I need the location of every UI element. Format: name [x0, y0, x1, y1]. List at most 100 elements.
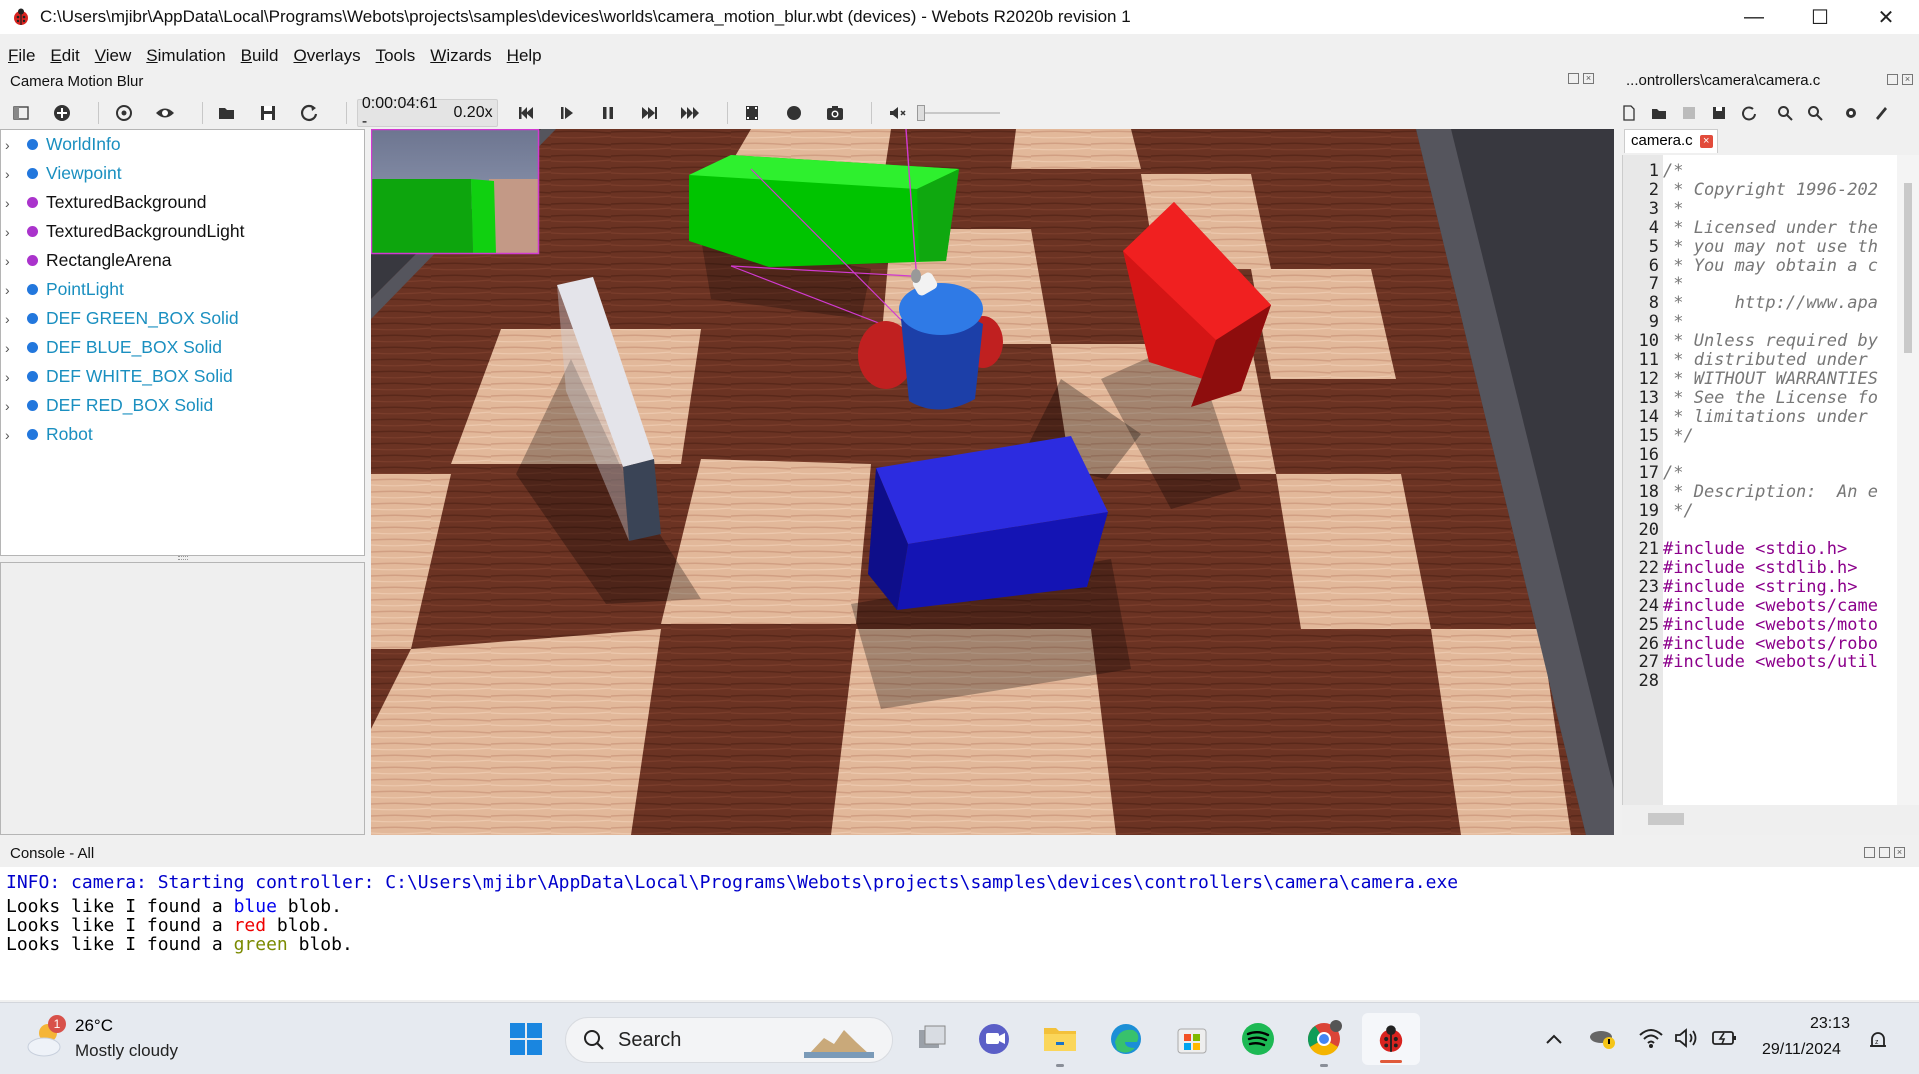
reload-world-button[interactable] — [295, 98, 324, 128]
scene-tree-node[interactable]: › DEF BLUE_BOX Solid — [1, 333, 364, 362]
simulation-scene[interactable] — [371, 129, 1614, 835]
task-view-button[interactable] — [912, 1019, 952, 1059]
rotate-view-button[interactable] — [109, 98, 138, 128]
screenshot-button[interactable] — [820, 98, 849, 128]
menu-view[interactable]: View — [95, 46, 132, 66]
minimize-button[interactable]: — — [1721, 0, 1787, 34]
notifications-button[interactable]: z — [1866, 1029, 1890, 1058]
menu-overlays[interactable]: Overlays — [293, 46, 360, 66]
chevron-right-icon[interactable]: › — [5, 195, 17, 211]
chevron-right-icon[interactable]: › — [5, 369, 17, 385]
close-dock-icon[interactable]: × — [1902, 74, 1913, 85]
float-dock-icon[interactable] — [1864, 847, 1875, 858]
record-movie-button[interactable] — [738, 98, 767, 128]
scene-tree-node[interactable]: › DEF RED_BOX Solid — [1, 391, 364, 420]
chevron-right-icon[interactable]: › — [5, 224, 17, 240]
scene-tree-node[interactable]: › PointLight — [1, 275, 364, 304]
microsoft-store-button[interactable] — [1172, 1019, 1212, 1059]
code-editor[interactable]: 1 2 3 4 5 6 7 8 9 10 11 12 13 14 15 16 17 18 19 20 21 22 23 24 2… — [1622, 155, 1919, 805]
close-dock-icon[interactable]: × — [1894, 847, 1905, 858]
scene-tree-node[interactable]: › TexturedBackground — [1, 188, 364, 217]
close-tab-icon[interactable]: × — [1699, 135, 1713, 148]
taskbar-time[interactable]: 23:13 — [1810, 1015, 1850, 1033]
editor-vertical-scrollbar[interactable] — [1897, 155, 1919, 805]
view-options-button[interactable] — [150, 98, 179, 128]
chat-app-button[interactable] — [974, 1019, 1014, 1059]
find-button[interactable] — [1774, 102, 1796, 124]
battery-button[interactable] — [1710, 1027, 1738, 1054]
step-button[interactable] — [552, 98, 581, 128]
menu-simulation[interactable]: Simulation — [146, 46, 225, 66]
console-output[interactable]: INFO: camera: Starting controller: C:\Us… — [0, 867, 1919, 1000]
volume-button[interactable] — [1674, 1027, 1700, 1054]
toggle-scene-tree-button[interactable] — [6, 98, 35, 128]
scene-tree-node[interactable]: › Viewpoint — [1, 159, 364, 188]
open-file-button[interactable] — [1648, 102, 1670, 124]
camera-overlay[interactable] — [371, 129, 540, 255]
menu-file[interactable]: File — [8, 46, 35, 66]
volume-slider[interactable] — [917, 103, 1000, 123]
clean-button[interactable] — [1870, 102, 1892, 124]
onedrive-button[interactable] — [1588, 1025, 1618, 1056]
maximize-dock-icon[interactable] — [1879, 847, 1890, 858]
show-hidden-icons-button[interactable] — [1545, 1029, 1563, 1050]
menu-wizards[interactable]: Wizards — [430, 46, 491, 66]
spotify-button[interactable] — [1238, 1019, 1278, 1059]
save-file-button[interactable] — [1678, 102, 1700, 124]
fast-button[interactable] — [676, 98, 705, 128]
menu-help[interactable]: Help — [507, 46, 542, 66]
chevron-right-icon[interactable]: › — [5, 340, 17, 356]
splitter-handle[interactable] — [178, 556, 188, 560]
3d-view[interactable] — [371, 129, 1614, 835]
scene-tree-node[interactable]: › WorldInfo — [1, 130, 364, 159]
menu-edit[interactable]: Edit — [50, 46, 79, 66]
build-button[interactable] — [1840, 102, 1862, 124]
volume-slider-handle[interactable] — [917, 105, 926, 121]
chevron-right-icon[interactable]: › — [5, 398, 17, 414]
chevron-right-icon[interactable]: › — [5, 137, 17, 153]
editor-horizontal-scrollbar[interactable] — [1622, 805, 1919, 835]
scene-tree-node[interactable]: › DEF WHITE_BOX Solid — [1, 362, 364, 391]
save-world-button[interactable] — [254, 98, 283, 128]
start-button[interactable] — [506, 1019, 546, 1059]
record-animation-button[interactable] — [779, 98, 808, 128]
open-world-button[interactable] — [213, 98, 242, 128]
scrollbar-thumb[interactable] — [1904, 183, 1912, 353]
chevron-right-icon[interactable]: › — [5, 311, 17, 327]
chrome-button[interactable] — [1304, 1019, 1344, 1067]
scene-tree-node[interactable]: › DEF GREEN_BOX Solid — [1, 304, 364, 333]
float-dock-icon[interactable] — [1887, 74, 1898, 85]
mute-button[interactable] — [882, 98, 911, 128]
webots-taskbar-button[interactable] — [1362, 1013, 1420, 1065]
find-next-button[interactable] — [1804, 102, 1826, 124]
run-button[interactable] — [635, 98, 664, 128]
tab-camera-c[interactable]: camera.c × — [1624, 129, 1718, 153]
reset-simulation-button[interactable] — [511, 98, 540, 128]
menu-build[interactable]: Build — [241, 46, 279, 66]
edge-browser-button[interactable] — [1106, 1019, 1146, 1059]
add-node-button[interactable] — [47, 98, 76, 128]
float-dock-icon[interactable] — [1568, 73, 1579, 84]
chevron-right-icon[interactable]: › — [5, 282, 17, 298]
close-button[interactable]: ✕ — [1853, 0, 1919, 34]
scene-tree-node-label: DEF BLUE_BOX Solid — [46, 337, 223, 357]
chevron-right-icon[interactable]: › — [5, 253, 17, 269]
pause-button[interactable] — [593, 98, 622, 128]
scrollbar-thumb[interactable] — [1648, 813, 1684, 825]
close-dock-icon[interactable]: × — [1583, 73, 1594, 84]
scene-tree-node[interactable]: › RectangleArena — [1, 246, 364, 275]
file-explorer-button[interactable] — [1040, 1019, 1080, 1067]
chevron-right-icon[interactable]: › — [5, 166, 17, 182]
save-all-button[interactable] — [1708, 102, 1730, 124]
chevron-right-icon[interactable]: › — [5, 427, 17, 443]
maximize-button[interactable]: ☐ — [1787, 0, 1853, 34]
scene-tree-node[interactable]: › TexturedBackgroundLight — [1, 217, 364, 246]
menu-tools[interactable]: Tools — [376, 46, 416, 66]
revert-button[interactable] — [1738, 102, 1760, 124]
wifi-button[interactable] — [1638, 1027, 1664, 1054]
taskbar-date[interactable]: 29/11/2024 — [1762, 1041, 1841, 1059]
taskbar-search[interactable]: Search — [565, 1017, 893, 1063]
scene-tree-node[interactable]: › Robot — [1, 420, 364, 449]
new-file-button[interactable] — [1618, 102, 1640, 124]
weather-widget[interactable]: 1 — [24, 1015, 68, 1061]
